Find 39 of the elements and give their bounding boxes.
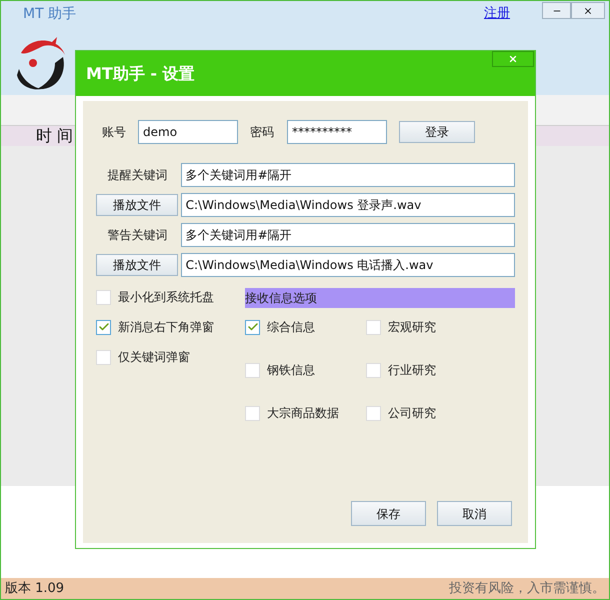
close-button[interactable] xyxy=(492,51,534,67)
close-icon xyxy=(508,54,518,64)
keyword-label: 提醒关键词 xyxy=(106,167,169,184)
sound-file-field[interactable]: C:\Windows\Media\Windows 电话播入.wav xyxy=(180,253,515,277)
checkbox-label: 钢铁信息 xyxy=(267,362,315,379)
checkbox-label: 宏观研究 xyxy=(388,319,436,336)
window-title: MT 助手 xyxy=(23,5,76,24)
checkbox-label: 公司研究 xyxy=(388,405,436,422)
checkbox-label: 综合信息 xyxy=(267,319,315,336)
dialog-button[interactable]: 保存 xyxy=(351,501,426,526)
play-file-button[interactable]: 播放文件 xyxy=(96,194,178,216)
dialog-title: MT助手 - 设置 xyxy=(86,62,195,84)
register-link[interactable]: 注册 xyxy=(484,4,510,24)
close-icon xyxy=(583,6,593,16)
checkbox[interactable] xyxy=(96,320,111,334)
checkbox-label: 大宗商品数据 xyxy=(267,405,339,422)
checkbox-label: 仅关键词弹窗 xyxy=(118,349,190,366)
check-icon xyxy=(246,321,258,333)
section-header: 接收信息选项 xyxy=(245,288,515,308)
keyword-label: 警告关键词 xyxy=(106,227,169,244)
keyword-field[interactable]: 多个关键词用#隔开 xyxy=(180,223,515,247)
checkbox-label: 新消息右下角弹窗 xyxy=(118,319,214,336)
header-label: 时 间 xyxy=(36,125,74,147)
account-field[interactable]: demo xyxy=(138,120,238,144)
version-text: 版本 1.09 xyxy=(5,580,64,598)
check-icon xyxy=(98,321,110,333)
checkbox-label: 行业研究 xyxy=(388,362,436,379)
checkbox[interactable] xyxy=(245,320,260,334)
sound-file-field[interactable]: C:\Windows\Media\Windows 登录声.wav xyxy=(180,193,515,217)
notice-text: 投资有风险，入市需谨慎。 xyxy=(449,580,605,598)
password-label: 密码 xyxy=(250,124,275,141)
password-field[interactable]: ********** xyxy=(287,120,387,144)
dialog-button[interactable]: 取消 xyxy=(437,501,512,526)
keyword-field[interactable]: 多个关键词用#隔开 xyxy=(180,163,515,187)
login-button[interactable]: 登录 xyxy=(399,121,475,143)
checkbox-label: 最小化到系统托盘 xyxy=(118,289,214,306)
close-button[interactable] xyxy=(571,2,605,19)
play-file-button[interactable]: 播放文件 xyxy=(96,254,178,276)
account-label: 账号 xyxy=(101,124,127,141)
